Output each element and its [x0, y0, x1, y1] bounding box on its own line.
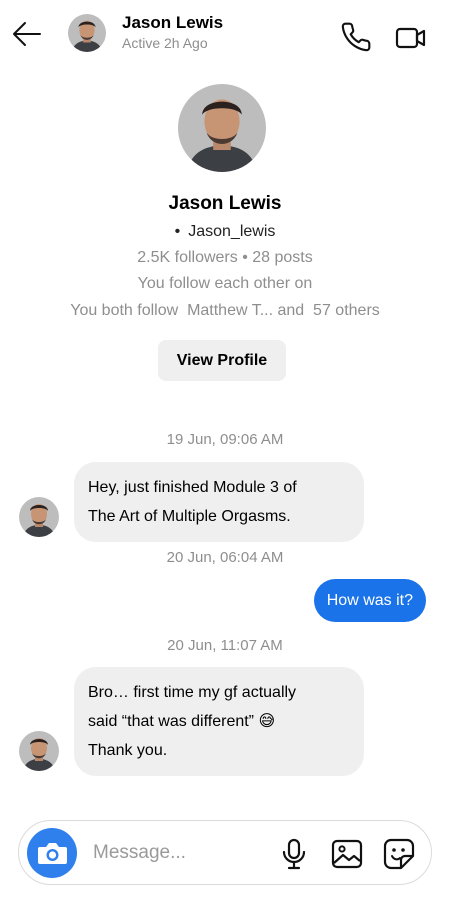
profile-handle-row: • Jason_lewis [0, 223, 450, 241]
back-button[interactable] [12, 20, 42, 48]
incoming-message-bubble[interactable]: Hey, just finished Module 3 of The Art o… [74, 462, 364, 542]
microphone-icon [282, 838, 306, 870]
back-arrow-icon [13, 22, 41, 46]
message-composer [18, 820, 432, 885]
header-avatar[interactable] [68, 14, 106, 52]
avatar-image [19, 731, 59, 771]
phone-icon [341, 22, 371, 52]
chat-screen: Jason Lewis Active 2h Ago Jason Lewis • J… [0, 0, 450, 899]
message-input[interactable] [93, 839, 263, 867]
profile-name: Jason Lewis [168, 193, 282, 214]
voice-message-button[interactable] [281, 838, 307, 870]
message-line: Thank you. [88, 742, 168, 759]
profile-stats: 2.5K followers • 28 posts [137, 249, 313, 266]
handle-bullet: • [174, 223, 181, 240]
message-line: Hey, just finished Module 3 of [88, 479, 297, 496]
profile-handle: Jason_lewis [188, 223, 276, 240]
message-timestamp: 19 Jun, 09:06 AM [166, 431, 284, 448]
header-contact-name[interactable]: Jason Lewis [122, 13, 223, 33]
header-active-status: Active 2h Ago [122, 35, 208, 51]
camera-icon [38, 843, 67, 864]
chat-header: Jason Lewis Active 2h Ago [0, 0, 450, 68]
video-camera-icon [395, 27, 426, 49]
mutual-followers: You both follow Matthew T... and 57 othe… [70, 302, 380, 319]
camera-button[interactable] [27, 828, 77, 878]
voice-call-button[interactable] [340, 21, 372, 53]
sticker-button[interactable] [383, 838, 415, 870]
sender-avatar[interactable] [19, 731, 59, 771]
avatar-image [178, 84, 266, 172]
message-line: The Art of Multiple Orgasms. [88, 508, 291, 525]
gallery-icon [331, 839, 363, 869]
message-timestamp: 20 Jun, 11:07 AM [167, 637, 283, 654]
message-line: said “that was different” 😅 [88, 713, 276, 730]
message-line: Bro… first time my gf actually [88, 684, 297, 701]
incoming-message-bubble[interactable]: Bro… first time my gf actually said “tha… [74, 667, 364, 776]
sticker-icon [383, 838, 415, 870]
gallery-button[interactable] [331, 839, 363, 869]
sender-avatar[interactable] [19, 497, 59, 537]
follow-status: You follow each other on [137, 275, 313, 292]
video-call-button[interactable] [394, 22, 428, 54]
avatar-image [68, 14, 106, 52]
message-timestamp: 20 Jun, 06:04 AM [166, 549, 284, 566]
avatar-image [19, 497, 59, 537]
profile-avatar[interactable] [178, 84, 266, 172]
message-line: How was it? [326, 592, 413, 609]
view-profile-button[interactable]: View Profile [158, 340, 286, 381]
outgoing-message-bubble[interactable]: How was it? [313, 579, 426, 622]
